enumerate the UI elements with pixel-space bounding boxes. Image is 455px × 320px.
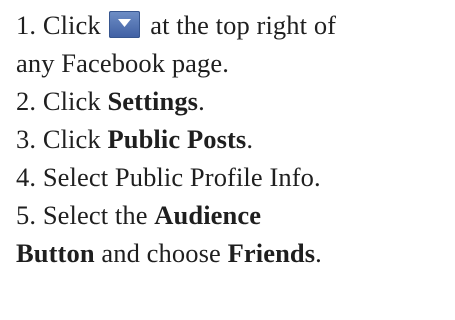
- step-3-text-a: Click: [42, 124, 101, 154]
- step-1-text-c: any Facebook page.: [16, 48, 229, 78]
- step-2-period: .: [198, 86, 205, 116]
- step-3: 3. Click Public Posts.: [16, 120, 451, 158]
- friends-label: Friends: [227, 238, 316, 268]
- step-1-text-a: Click: [42, 10, 101, 40]
- step-1-continuation: any Facebook page.: [16, 44, 451, 82]
- public-posts-label: Public Posts: [107, 124, 247, 154]
- step-2-number: 2.: [16, 86, 37, 116]
- settings-label: Settings: [107, 86, 199, 116]
- step-5: 5. Select the Audience: [16, 196, 451, 234]
- step-1-number: 1.: [16, 10, 37, 40]
- step-5-text-b: and choose: [101, 238, 221, 268]
- step-2: 2. Click Settings.: [16, 82, 451, 120]
- step-5-number: 5.: [16, 200, 37, 230]
- step-2-text-a: Click: [42, 86, 101, 116]
- step-1-text-b: at the top right of: [150, 10, 337, 40]
- audience-label: Audience: [154, 200, 262, 230]
- step-3-number: 3.: [16, 124, 37, 154]
- step-4-text: Select Public Profile Info.: [42, 162, 321, 192]
- step-1: 1. Click at the top right of: [16, 6, 451, 44]
- instructions: 1. Click at the top right of any Faceboo…: [16, 6, 451, 272]
- button-label: Button: [16, 238, 95, 268]
- step-5-text-a: Select the: [42, 200, 148, 230]
- step-5-period: .: [315, 238, 322, 268]
- step-4-number: 4.: [16, 162, 37, 192]
- step-4: 4. Select Public Profile Info.: [16, 158, 451, 196]
- dropdown-caret-icon: [109, 11, 141, 38]
- step-5-continuation: Button and choose Friends.: [16, 234, 451, 272]
- step-3-period: .: [246, 124, 254, 154]
